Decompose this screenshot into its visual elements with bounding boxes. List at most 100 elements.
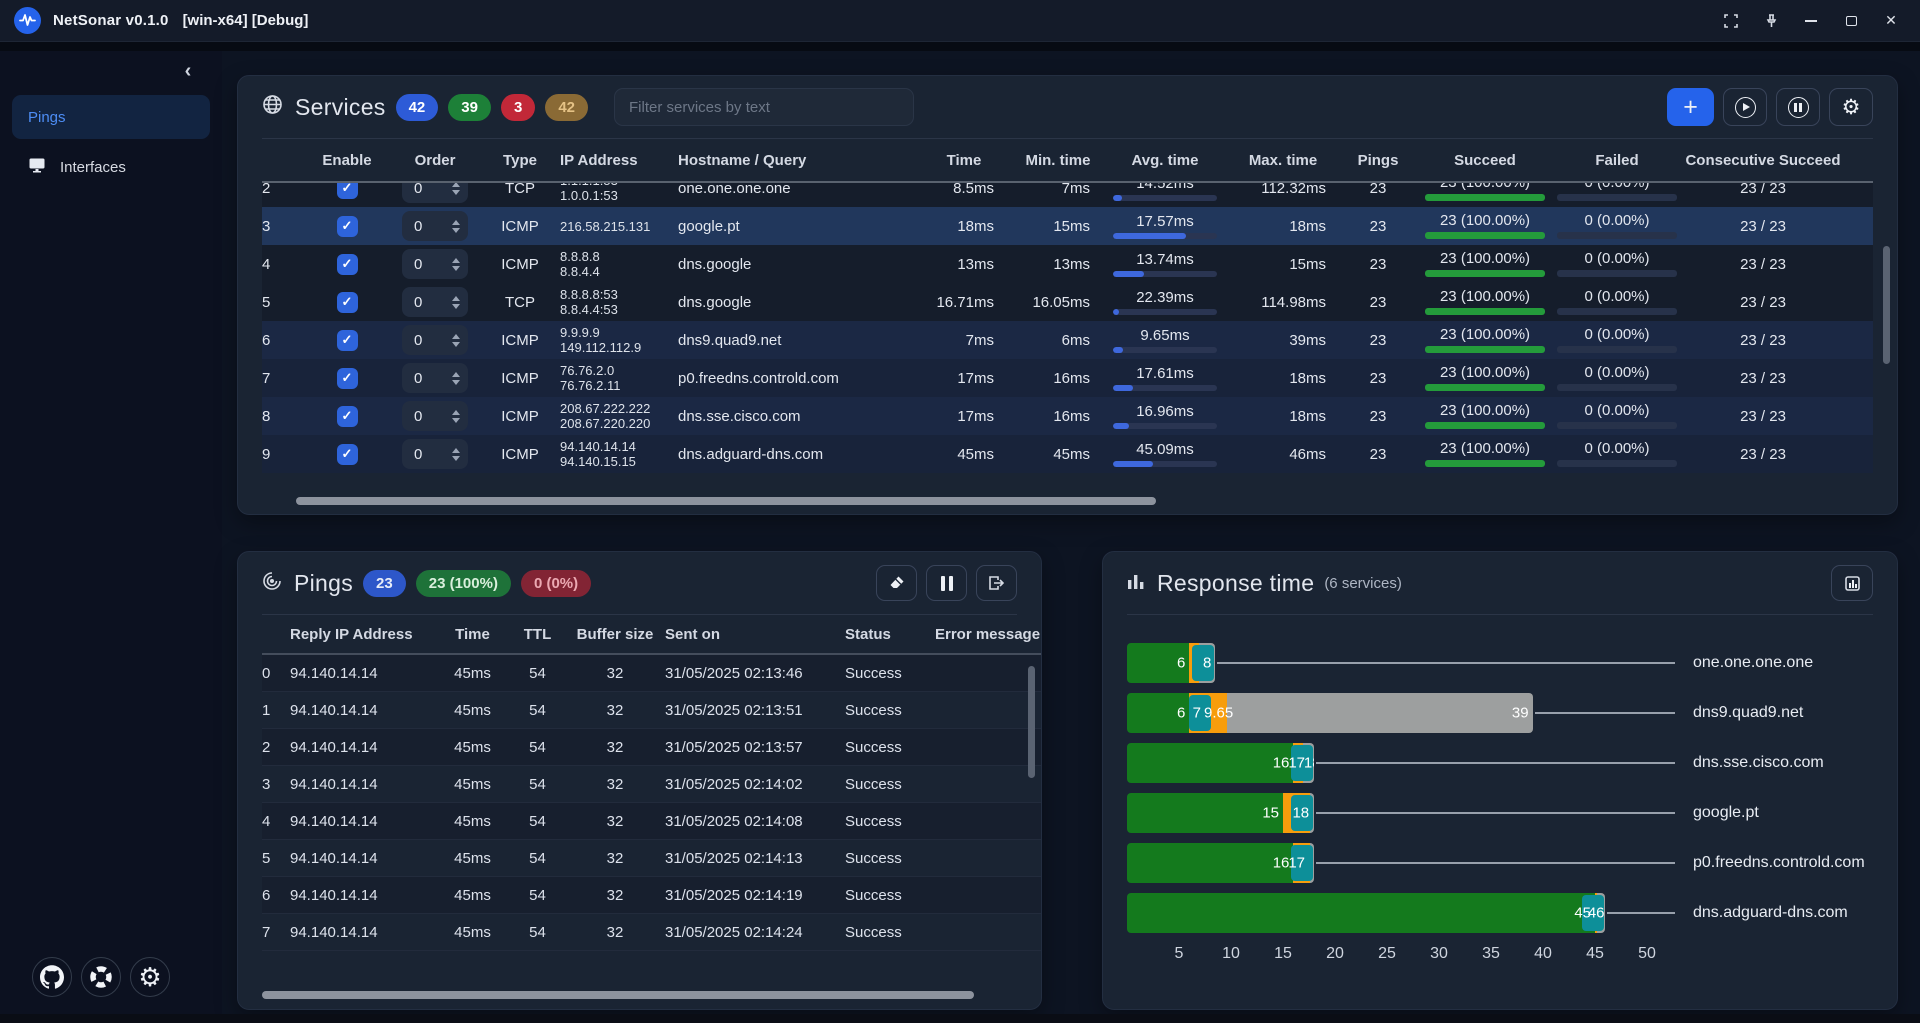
min-time-segment — [1127, 743, 1293, 783]
maximize-button[interactable] — [1836, 8, 1866, 34]
column-header[interactable]: Buffer size — [565, 626, 665, 643]
export-pings-button[interactable] — [976, 565, 1017, 601]
ping-row[interactable]: 694.140.14.1445ms543231/05/2025 02:14:19… — [262, 877, 1041, 914]
fullscreen-button[interactable] — [1716, 8, 1746, 34]
ping-row[interactable]: 594.140.14.1445ms543231/05/2025 02:14:13… — [262, 840, 1041, 877]
service-name-label: dns9.quad9.net — [1677, 704, 1873, 722]
column-header[interactable]: Succeed — [1414, 152, 1556, 169]
response-bar: 161718 — [1127, 743, 1314, 783]
order-stepper[interactable]: 0 — [402, 211, 468, 241]
pings-horizontal-scrollbar[interactable] — [262, 991, 974, 999]
column-header[interactable]: Type — [480, 152, 560, 169]
column-header[interactable]: TTL — [510, 626, 565, 643]
column-header[interactable]: Error message — [935, 626, 1042, 643]
column-header[interactable]: Time — [918, 152, 1010, 169]
pin-button[interactable] — [1756, 8, 1786, 34]
order-stepper[interactable]: 0 — [402, 439, 468, 469]
column-header[interactable]: Consecutive Succeed — [1678, 152, 1848, 169]
service-row[interactable]: 8✓0ICMP208.67.222.222208.67.220.220dns.s… — [262, 397, 1873, 435]
axis-tick-label: 25 — [1378, 945, 1396, 963]
pings-badges: 2323 (100%)0 (0%) — [353, 570, 591, 597]
response-time-chart: 68one.one.one.one679.6539dns9.quad9.net1… — [1103, 615, 1897, 933]
sidebar-item-label: Pings — [28, 109, 66, 126]
column-header[interactable]: Min. time — [1010, 152, 1106, 169]
enable-checkbox[interactable]: ✓ — [337, 368, 358, 389]
pings-vertical-scrollbar[interactable] — [1028, 666, 1035, 778]
sidebar-item-interfaces[interactable]: Interfaces — [12, 145, 210, 189]
enable-checkbox[interactable]: ✓ — [337, 330, 358, 351]
settings-button[interactable]: ⚙ — [130, 957, 170, 997]
services-horizontal-scrollbar[interactable] — [296, 497, 1156, 505]
response-bar: 68 — [1127, 643, 1215, 683]
axis-tick-label: 45 — [1586, 945, 1604, 963]
export-icon — [988, 575, 1005, 591]
enable-checkbox[interactable]: ✓ — [337, 216, 358, 237]
add-service-button[interactable]: + — [1667, 88, 1714, 126]
order-stepper[interactable]: 0 — [402, 249, 468, 279]
count-badge: 42 — [396, 94, 439, 121]
service-row[interactable]: 4✓0ICMP8.8.8.88.8.4.4dns.google13ms13ms1… — [262, 245, 1873, 283]
services-panel: Services 4239342 + ⚙ EnableOrderTypeIP A… — [237, 75, 1898, 515]
service-row[interactable]: 3✓0ICMP216.58.215.131google.pt18ms15ms17… — [262, 207, 1873, 245]
ping-row[interactable]: 494.140.14.1445ms543231/05/2025 02:14:08… — [262, 803, 1041, 840]
column-header[interactable]: Max. time — [1224, 152, 1342, 169]
axis-tick-label: 10 — [1222, 945, 1240, 963]
ping-row[interactable]: 094.140.14.1445ms543231/05/2025 02:13:46… — [262, 655, 1041, 692]
titlebar: NetSonar v0.1.0 [win-x64] [Debug] ✕ — [0, 0, 1920, 42]
close-button[interactable]: ✕ — [1876, 8, 1906, 34]
ping-row[interactable]: 194.140.14.1445ms543231/05/2025 02:13:51… — [262, 692, 1041, 729]
start-pings-button[interactable] — [1723, 88, 1767, 126]
enable-checkbox[interactable]: ✓ — [337, 254, 358, 275]
clear-pings-button[interactable] — [876, 565, 917, 601]
response-time-subtitle: (6 services) — [1324, 575, 1402, 592]
order-stepper[interactable]: 0 — [402, 287, 468, 317]
service-name-label: google.pt — [1677, 804, 1873, 822]
column-header[interactable]: Reply IP Address — [290, 626, 435, 643]
column-header[interactable]: Order — [390, 152, 480, 169]
service-row[interactable]: 7✓0ICMP76.76.2.076.76.2.11p0.freedns.con… — [262, 359, 1873, 397]
sidebar-item-pings[interactable]: Pings — [12, 95, 210, 139]
bar-value-label: 18 — [1304, 755, 1314, 772]
column-header[interactable]: Status — [845, 626, 935, 643]
enable-checkbox[interactable]: ✓ — [337, 183, 358, 199]
column-header[interactable]: Pings — [1342, 152, 1414, 169]
order-stepper[interactable]: 0 — [402, 325, 468, 355]
pause-ping-log-button[interactable] — [926, 565, 967, 601]
column-header[interactable]: IP Address — [560, 152, 678, 169]
order-stepper[interactable]: 0 — [402, 401, 468, 431]
order-stepper[interactable]: 0 — [402, 183, 468, 203]
services-vertical-scrollbar[interactable] — [1883, 246, 1890, 364]
service-row[interactable]: 9✓0ICMP94.140.14.1494.140.15.15dns.adgua… — [262, 435, 1873, 473]
ping-row[interactable]: 394.140.14.1445ms543231/05/2025 02:14:02… — [262, 766, 1041, 803]
ping-row[interactable]: 294.140.14.1445ms543231/05/2025 02:13:57… — [262, 729, 1041, 766]
service-name-label: dns.sse.cisco.com — [1677, 754, 1873, 772]
chart-bar-row: 161718 dns.sse.cisco.com — [1127, 743, 1873, 783]
enable-checkbox[interactable]: ✓ — [337, 444, 358, 465]
services-settings-button[interactable]: ⚙ — [1829, 88, 1873, 126]
column-header[interactable]: Failed — [1556, 152, 1678, 169]
enable-checkbox[interactable]: ✓ — [337, 406, 358, 427]
column-header[interactable]: Enable — [304, 152, 390, 169]
service-row[interactable]: 2✓0TCP1.1.1.1:531.0.0.1:53one.one.one.on… — [262, 183, 1873, 207]
play-icon — [1735, 97, 1756, 118]
order-stepper[interactable]: 0 — [402, 363, 468, 393]
service-row[interactable]: 6✓0ICMP9.9.9.9149.112.112.9dns9.quad9.ne… — [262, 321, 1873, 359]
column-header[interactable]: Time — [435, 626, 510, 643]
column-header[interactable]: Sent on — [665, 626, 845, 643]
count-badge: 23 — [363, 570, 406, 597]
service-row[interactable]: 5✓0TCP8.8.8.8:538.8.4.4:53dns.google16.7… — [262, 283, 1873, 321]
app-body: ‹ Pings Interfaces ⚙ — [0, 51, 1920, 1015]
enable-checkbox[interactable]: ✓ — [337, 292, 358, 313]
github-button[interactable] — [32, 957, 72, 997]
ping-row[interactable]: 794.140.14.1445ms543231/05/2025 02:14:24… — [262, 914, 1041, 951]
minimize-button[interactable] — [1796, 8, 1826, 34]
services-filter-input[interactable] — [614, 88, 914, 126]
min-time-segment — [1127, 793, 1283, 833]
support-button[interactable] — [81, 957, 121, 997]
monitor-icon — [28, 157, 46, 177]
column-header[interactable]: Hostname / Query — [678, 152, 918, 169]
column-header[interactable]: Avg. time — [1106, 152, 1224, 169]
sidebar-collapse-button[interactable]: ‹ — [176, 59, 200, 83]
chart-options-button[interactable] — [1831, 565, 1873, 601]
pause-pings-button[interactable] — [1776, 88, 1820, 126]
